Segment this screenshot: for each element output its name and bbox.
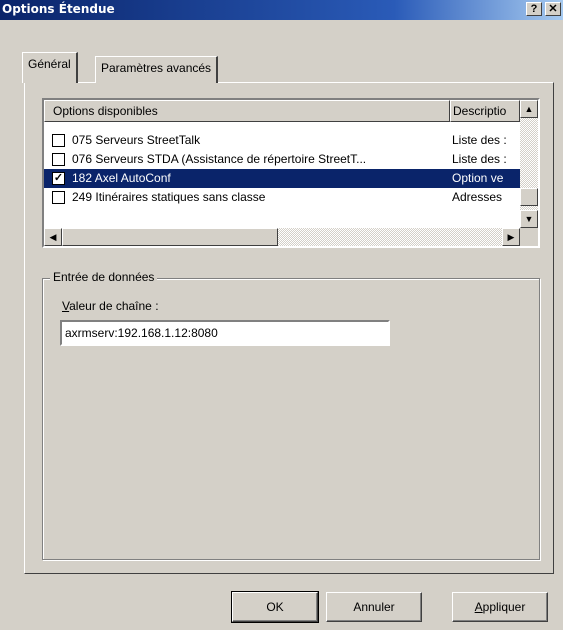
horizontal-scroll-thumb[interactable]: [62, 228, 278, 246]
option-description: Option ve: [452, 171, 504, 185]
option-description: Adresses: [452, 190, 503, 204]
apply-label: ppliquer: [482, 600, 526, 614]
vertical-scroll-thumb[interactable]: [520, 188, 538, 206]
scroll-left-arrow-icon[interactable]: ◀: [44, 228, 62, 246]
list-item[interactable]: 075 Serveurs StreetTalk Liste des :: [44, 131, 522, 150]
checkbox[interactable]: [52, 134, 65, 147]
apply-button[interactable]: Appliquer: [452, 592, 548, 622]
scroll-down-arrow-icon[interactable]: ▼: [520, 210, 538, 228]
ok-button[interactable]: OK: [231, 591, 319, 623]
option-description: Liste des :: [452, 133, 507, 147]
close-button[interactable]: ✕: [545, 2, 561, 16]
checkbox[interactable]: [52, 191, 65, 204]
scroll-corner: [520, 228, 538, 246]
list-item[interactable]: 249 Itinéraires statiques sans classe Ad…: [44, 188, 522, 207]
column-header-options[interactable]: Options disponibles: [44, 100, 450, 122]
scroll-right-arrow-icon[interactable]: ▶: [502, 228, 520, 246]
data-entry-group-label: Entrée de données: [50, 270, 158, 284]
list-item-selected[interactable]: ✓ 182 Axel AutoConf Option ve: [44, 169, 522, 188]
help-button[interactable]: ?: [526, 2, 542, 16]
vertical-scrollbar[interactable]: ▲ ▼: [520, 100, 538, 228]
window-title: Options Étendue: [2, 2, 115, 16]
apply-accelerator: A: [474, 600, 483, 614]
horizontal-scrollbar[interactable]: ◀ ▶: [44, 228, 520, 246]
options-dialog: Options Étendue ? ✕ Général Paramètres a…: [0, 0, 563, 630]
options-list[interactable]: Options disponibles Descriptio 075 Serve…: [42, 98, 540, 248]
tab-general-label: Général: [28, 57, 71, 71]
column-header-description[interactable]: Descriptio: [450, 100, 520, 122]
tab-advanced-label: Paramètres avancés: [101, 61, 212, 75]
label-text: aleur de chaîne :: [69, 299, 159, 313]
list-item[interactable]: 076 Serveurs STDA (Assistance de réperto…: [44, 150, 522, 169]
option-name: 075 Serveurs StreetTalk: [72, 133, 201, 147]
cancel-button[interactable]: Annuler: [326, 592, 422, 622]
string-value-label: Valeur de chaîne :: [62, 299, 159, 313]
checkbox-checked[interactable]: ✓: [52, 172, 65, 185]
title-bar: Options Étendue ? ✕: [0, 0, 563, 20]
option-name: 249 Itinéraires statiques sans classe: [72, 190, 266, 204]
option-description: Liste des :: [452, 152, 507, 166]
option-name: 076 Serveurs STDA (Assistance de réperto…: [72, 152, 367, 166]
string-value-input[interactable]: [60, 320, 390, 346]
tab-advanced-params[interactable]: Paramètres avancés: [95, 56, 219, 83]
scroll-up-arrow-icon[interactable]: ▲: [520, 100, 538, 118]
option-name: 182 Axel AutoConf: [72, 171, 171, 185]
checkbox[interactable]: [52, 153, 65, 166]
tab-general[interactable]: Général: [22, 52, 78, 83]
